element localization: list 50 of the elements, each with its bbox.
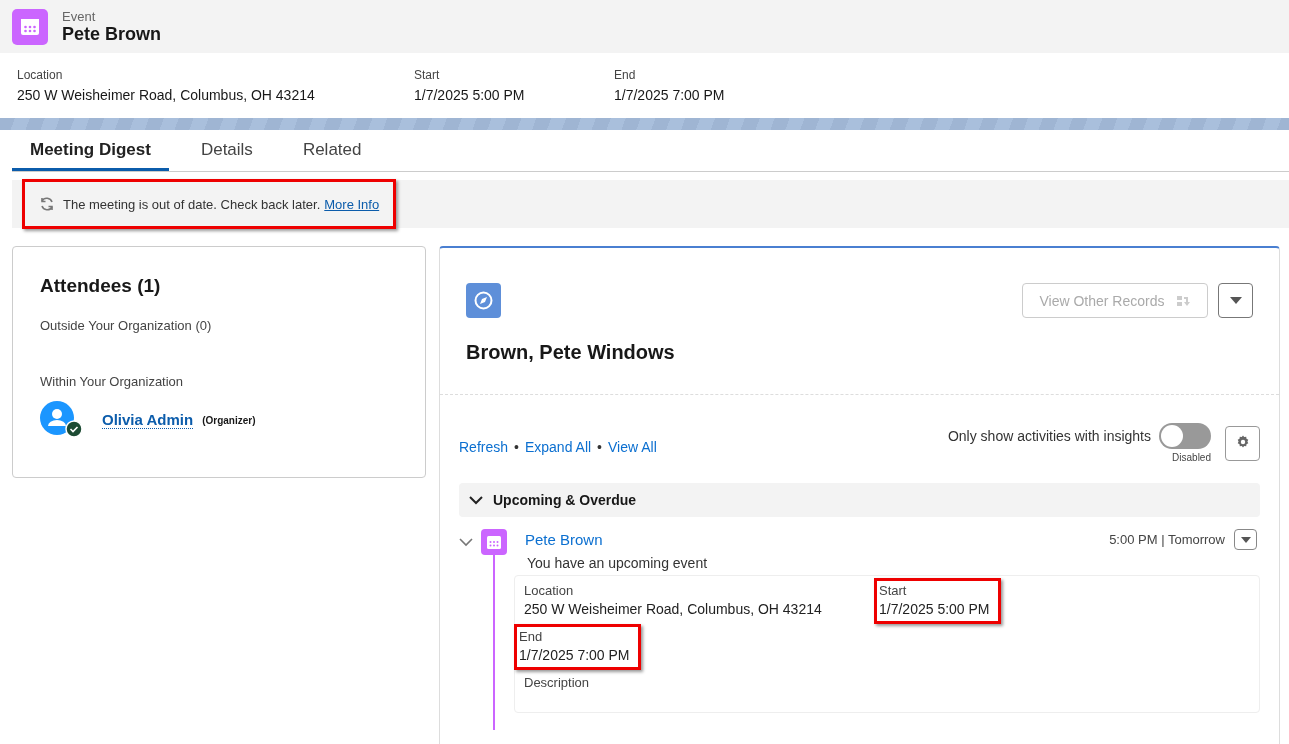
detail-label: End bbox=[519, 629, 544, 644]
settings-button[interactable] bbox=[1225, 425, 1260, 461]
more-info-link[interactable]: More Info bbox=[324, 196, 380, 212]
group-label: Outside Your Organization (0) bbox=[40, 318, 213, 333]
record-type: Event bbox=[62, 8, 97, 24]
section-header[interactable]: Upcoming & Overdue bbox=[459, 483, 1260, 517]
notice-text: The meeting is out of date. Check back later. bbox=[63, 196, 321, 212]
avatar-icon bbox=[40, 401, 84, 439]
detail-value: 1/7/2025 7:00 PM bbox=[519, 647, 630, 663]
event-subtitle: You have an upcoming event bbox=[527, 555, 709, 571]
detail-label: Start bbox=[879, 583, 908, 598]
group-label: Within Your Organization bbox=[40, 374, 185, 389]
dropdown-button[interactable] bbox=[1218, 283, 1253, 318]
attendee-link[interactable]: Olivia Admin bbox=[102, 411, 194, 429]
separator-dot: • bbox=[514, 439, 519, 455]
detail-value: 250 W Weisheimer Road, Columbus, OH 43214 bbox=[524, 601, 822, 617]
action-link[interactable]: Expand All bbox=[524, 439, 592, 455]
tab[interactable]: Details bbox=[182, 140, 271, 171]
caret-icon bbox=[1229, 297, 1242, 305]
field-label: Start bbox=[414, 68, 441, 82]
chevron-icon bbox=[469, 495, 483, 505]
action-link[interactable]: View All bbox=[608, 439, 657, 455]
field-label: Location bbox=[17, 68, 64, 82]
caret-icon bbox=[1240, 537, 1251, 544]
record-title: Pete Brown bbox=[62, 23, 162, 45]
detail-value: 1/7/2025 5:00 PM bbox=[879, 601, 990, 617]
chevron-icon[interactable] bbox=[459, 537, 473, 547]
toggle-label: Only show activities with insights bbox=[947, 428, 1151, 444]
attendees-title: Attendees (1) bbox=[40, 275, 162, 297]
field-label: End bbox=[614, 68, 637, 82]
event-link[interactable]: Pete Brown bbox=[525, 531, 1110, 548]
field-value: 1/7/2025 5:00 PM bbox=[414, 87, 526, 103]
compass-icon bbox=[466, 283, 501, 318]
refresh-icon bbox=[39, 196, 55, 212]
tab[interactable]: Related bbox=[284, 140, 380, 171]
action-link[interactable]: Refresh bbox=[459, 439, 509, 455]
field-value: 250 W Weisheimer Road, Columbus, OH 43214 bbox=[17, 87, 316, 103]
tab[interactable]: Meeting Digest bbox=[12, 140, 169, 171]
attendee-role: (Organizer) bbox=[202, 414, 256, 426]
event-time: 5:00 PM | Tomorrow bbox=[1109, 532, 1225, 547]
dropdown-button[interactable] bbox=[1234, 529, 1257, 550]
toggle-status: Disabled bbox=[1172, 452, 1211, 463]
field-value: 1/7/2025 7:00 PM bbox=[614, 87, 725, 103]
calendar-icon bbox=[12, 8, 48, 45]
separator-dot: • bbox=[597, 439, 602, 455]
contact-name: Brown, Pete Windows bbox=[465, 340, 676, 365]
detail-label: Description bbox=[524, 675, 590, 690]
insights-toggle[interactable] bbox=[1159, 423, 1211, 449]
detail-label: Location bbox=[524, 583, 575, 598]
settings-icon bbox=[1235, 434, 1250, 449]
